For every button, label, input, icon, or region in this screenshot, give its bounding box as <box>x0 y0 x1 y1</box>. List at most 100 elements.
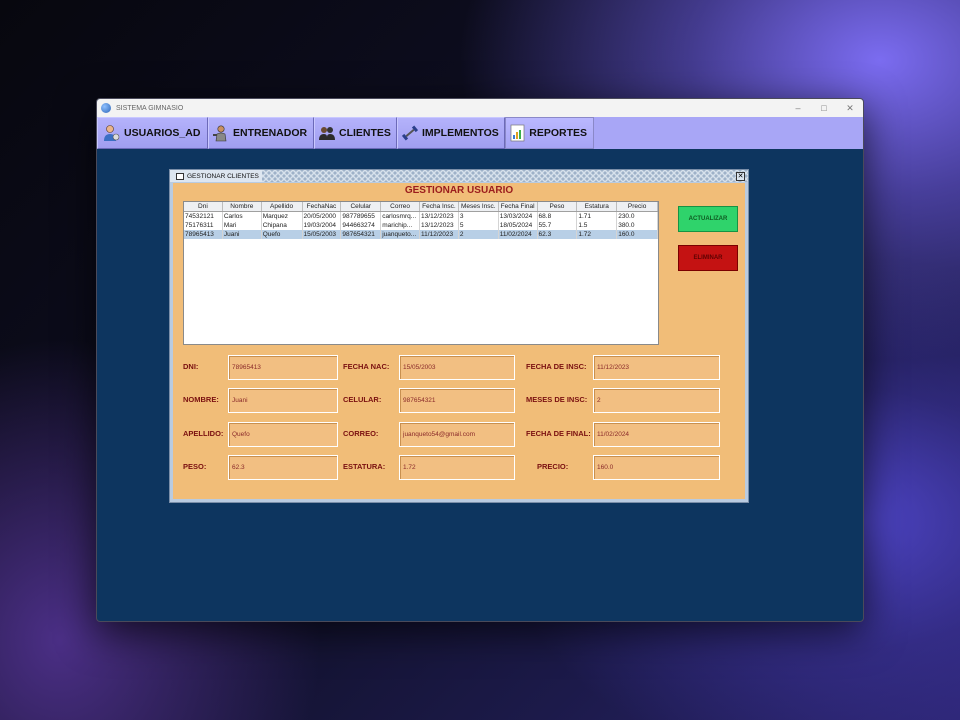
clients-icon <box>318 123 336 143</box>
table-cell: 11/02/2024 <box>499 230 538 239</box>
meses-insc-field[interactable]: 2 <box>593 388 720 413</box>
meses-insc-label: MESES DE INSC: <box>526 395 588 404</box>
table-cell: 62.3 <box>538 230 578 239</box>
correo-field[interactable]: juanqueto54@gmail.com <box>399 422 515 447</box>
estatura-label: ESTATURA: <box>343 462 386 471</box>
menu-item-entrenador[interactable]: ENTRENADOR <box>208 117 314 149</box>
internal-frame-title-bar[interactable]: GESTIONAR CLIENTES ✕ <box>170 170 748 182</box>
fecha-final-field[interactable]: 11/02/2024 <box>593 422 720 447</box>
nombre-label: NOMBRE: <box>183 395 219 404</box>
table-cell: 160.0 <box>617 230 659 239</box>
dni-field[interactable]: 78965413 <box>228 355 338 380</box>
maximize-button[interactable]: □ <box>811 99 837 117</box>
clients-panel: GESTIONAR USUARIO Dni Nombre Apellido Fe… <box>173 183 745 499</box>
celular-label: CELULAR: <box>343 395 382 404</box>
menu-label-clientes: CLIENTES <box>339 127 391 139</box>
table-cell: marichip... <box>381 221 421 230</box>
column-header[interactable]: Fecha Insc. <box>420 202 459 211</box>
table-cell: 15/05/2003 <box>303 230 342 239</box>
apellido-field[interactable]: Quefo <box>228 422 338 447</box>
table-row[interactable]: 75176311 Mari Chipana 19/03/2004 9446632… <box>184 221 659 230</box>
window-title: SISTEMA GIMNASIO <box>116 104 184 112</box>
table-cell: 11/12/2023 <box>420 230 459 239</box>
table-cell: 3 <box>459 212 499 221</box>
table-cell: Quefo <box>262 230 303 239</box>
frame-icon <box>176 172 184 180</box>
table-cell: Juani <box>223 230 262 239</box>
table-row[interactable]: 74532121 Carlos Marquez 20/05/2000 98778… <box>184 212 659 221</box>
table-cell: 68.8 <box>538 212 578 221</box>
table-cell: 1.71 <box>577 212 618 221</box>
precio-label: PRECIO: <box>537 462 569 471</box>
fecha-nac-field[interactable]: 15/05/2003 <box>399 355 515 380</box>
delete-button[interactable]: ELIMINAR <box>678 245 738 271</box>
column-header[interactable]: Apellido <box>262 202 303 211</box>
internal-frame-close-button[interactable]: ✕ <box>736 171 745 181</box>
trainer-icon <box>212 123 230 143</box>
fecha-final-label: FECHA DE FINAL: <box>526 429 591 438</box>
table-cell: Marquez <box>262 212 303 221</box>
menu-item-usuarios-ad[interactable]: USUARIOS_AD <box>97 117 208 149</box>
table-cell: 5 <box>459 221 499 230</box>
column-header[interactable]: Meses Insc. <box>459 202 499 211</box>
menu-label-reportes: REPORTES <box>529 127 587 139</box>
table-cell: 74532121 <box>184 212 223 221</box>
dumbbell-icon <box>401 123 419 143</box>
menu-item-clientes[interactable]: CLIENTES <box>314 117 397 149</box>
apellido-label: APELLIDO: <box>183 429 224 438</box>
table-row-selected[interactable]: 78965413 Juani Quefo 15/05/2003 98765432… <box>184 230 659 239</box>
column-header[interactable]: Precio <box>617 202 659 211</box>
fecha-nac-label: FECHA NAC: <box>343 362 390 371</box>
celular-field[interactable]: 987654321 <box>399 388 515 413</box>
table-cell: 18/05/2024 <box>499 221 538 230</box>
clients-table[interactable]: Dni Nombre Apellido FechaNac Celular Cor… <box>183 201 659 345</box>
table-header: Dni Nombre Apellido FechaNac Celular Cor… <box>184 202 659 212</box>
table-cell: Mari <box>223 221 262 230</box>
app-logo-icon <box>101 103 111 113</box>
title-bar[interactable]: SISTEMA GIMNASIO – □ ✕ <box>97 99 863 117</box>
table-cell: 2 <box>459 230 499 239</box>
table-cell: Chipana <box>262 221 303 230</box>
table-cell: juanqueto... <box>381 230 421 239</box>
internal-frame-title: GESTIONAR CLIENTES <box>187 172 259 180</box>
column-header[interactable]: FechaNac <box>303 202 342 211</box>
column-header[interactable]: Dni <box>184 202 223 211</box>
column-header[interactable]: Peso <box>538 202 578 211</box>
nombre-field[interactable]: Juani <box>228 388 338 413</box>
table-cell: Carlos <box>223 212 262 221</box>
menu-item-reportes[interactable]: REPORTES <box>505 117 594 149</box>
table-cell: 380.0 <box>617 221 659 230</box>
internal-frame-title-wrap: GESTIONAR CLIENTES <box>170 170 262 182</box>
table-cell: 1.72 <box>577 230 618 239</box>
table-cell: 75176311 <box>184 221 223 230</box>
menu-label-usuarios-ad: USUARIOS_AD <box>124 127 201 139</box>
column-header[interactable]: Fecha Final <box>499 202 538 211</box>
column-header[interactable]: Celular <box>341 202 382 211</box>
panel-heading: GESTIONAR USUARIO <box>404 185 514 196</box>
estatura-field[interactable]: 1.72 <box>399 455 515 480</box>
table-cell: 78965413 <box>184 230 223 239</box>
menu-item-implementos[interactable]: IMPLEMENTOS <box>397 117 505 149</box>
table-cell: 944663274 <box>341 221 382 230</box>
menu-label-implementos: IMPLEMENTOS <box>422 127 499 139</box>
fecha-insc-field[interactable]: 11/12/2023 <box>593 355 720 380</box>
update-button[interactable]: ACTUALIZAR <box>678 206 738 232</box>
menu-label-entrenador: ENTRENADOR <box>233 127 308 139</box>
column-header[interactable]: Estatura <box>577 202 618 211</box>
menu-bar: USUARIOS_AD ENTRENADOR CLIENTES IMPLEMEN… <box>97 117 863 149</box>
precio-field[interactable]: 160.0 <box>593 455 720 480</box>
column-header[interactable]: Correo <box>381 202 421 211</box>
peso-field[interactable]: 62.3 <box>228 455 338 480</box>
table-cell: 20/05/2000 <box>303 212 342 221</box>
table-cell: carlosmrq... <box>381 212 421 221</box>
table-cell: 13/12/2023 <box>420 212 459 221</box>
user-admin-icon <box>101 123 121 143</box>
close-button[interactable]: ✕ <box>837 99 863 117</box>
table-cell: 987654321 <box>341 230 382 239</box>
table-cell: 1.5 <box>577 221 618 230</box>
report-icon <box>509 123 526 143</box>
app-window: SISTEMA GIMNASIO – □ ✕ USUARIOS_AD ENTRE… <box>96 98 864 622</box>
minimize-button[interactable]: – <box>785 99 811 117</box>
fecha-insc-label: FECHA DE INSC: <box>526 362 587 371</box>
column-header[interactable]: Nombre <box>223 202 262 211</box>
